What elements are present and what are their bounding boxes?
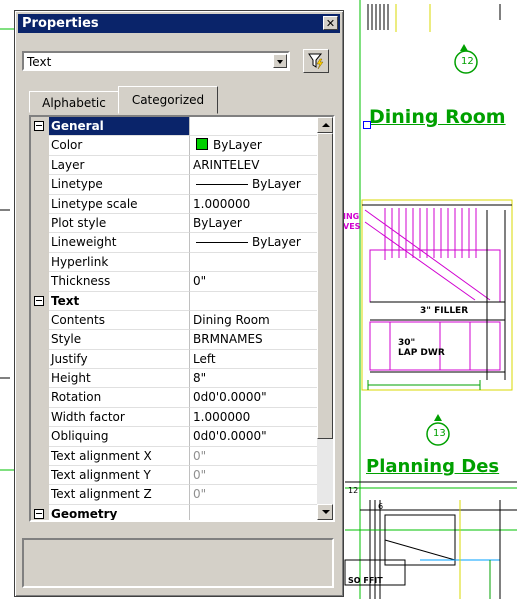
drawer-note-2: LAP DWR xyxy=(398,348,445,358)
category-general[interactable]: General xyxy=(31,117,318,137)
lineweight-sample-icon xyxy=(196,242,248,244)
object-type-value: Text xyxy=(27,55,52,69)
dimension-6: 6 xyxy=(378,502,384,511)
property-value[interactable]: 0d0'0.0000" xyxy=(190,427,318,447)
property-row-obliquing[interactable]: Obliquing 0d0'0.0000" xyxy=(31,427,318,447)
property-value: 0" xyxy=(190,447,318,467)
property-row-width-factor[interactable]: Width factor 1.000000 xyxy=(31,407,318,428)
property-value[interactable]: 8" xyxy=(190,369,318,389)
bubble-13-number: 13 xyxy=(433,428,446,439)
funnel-lightning-icon xyxy=(308,53,324,70)
property-name: Text alignment X xyxy=(49,446,190,467)
collapse-icon[interactable] xyxy=(34,508,44,519)
scroll-down-arrow-icon[interactable] xyxy=(317,504,333,520)
property-grid[interactable]: General Color ByLayer Layer ARINTELEV Li… xyxy=(29,115,335,522)
property-value: 0" xyxy=(190,485,318,505)
property-value[interactable]: 0" xyxy=(190,272,318,292)
category-label: Text xyxy=(49,291,190,311)
property-value: 0" xyxy=(190,466,318,486)
property-name: Linetype scale xyxy=(49,194,190,214)
property-name: Text alignment Z xyxy=(49,485,190,505)
property-value[interactable]: ARINTELEV xyxy=(190,156,318,176)
dining-room-label[interactable]: Dining Room xyxy=(369,106,506,128)
property-row-layer[interactable]: Layer ARINTELEV xyxy=(31,155,318,176)
color-swatch-icon xyxy=(196,138,208,151)
property-value[interactable]: ByLayer xyxy=(190,136,318,156)
property-row-lineweight[interactable]: Lineweight ByLayer xyxy=(31,233,318,253)
chevron-down-icon[interactable] xyxy=(273,54,287,68)
property-name: Width factor xyxy=(49,407,190,428)
palette-title-bar[interactable]: Properties ✕ xyxy=(18,14,340,33)
tab-categorized[interactable]: Categorized xyxy=(118,86,218,114)
property-row-justify[interactable]: Justify Left xyxy=(31,349,318,370)
drawer-note-1: 30" xyxy=(398,338,416,348)
scroll-up-arrow-icon[interactable] xyxy=(317,117,333,133)
property-row-color[interactable]: Color ByLayer xyxy=(31,136,318,156)
property-value[interactable]: Dining Room xyxy=(190,311,318,331)
property-name: Plot style xyxy=(49,213,190,234)
property-name: Color xyxy=(49,136,190,156)
property-value[interactable] xyxy=(190,253,318,273)
property-row-rotation[interactable]: Rotation 0d0'0.0000" xyxy=(31,388,318,408)
category-text[interactable]: Text xyxy=(31,291,318,311)
property-row-linetype[interactable]: Linetype ByLayer xyxy=(31,175,318,195)
quick-select-button[interactable] xyxy=(303,49,329,73)
soffit-note: SO FFIT xyxy=(348,576,383,585)
property-name: Layer xyxy=(49,155,190,176)
property-row-linetype-scale[interactable]: Linetype scale 1.000000 xyxy=(31,194,318,214)
tab-alphabetic[interactable]: Alphabetic xyxy=(29,91,119,113)
property-name: Obliquing xyxy=(49,427,190,447)
top-hatch-lines xyxy=(367,4,389,30)
property-name: Lineweight xyxy=(49,233,190,253)
scrollbar-thumb[interactable] xyxy=(317,133,333,439)
property-row-text-alignment-z[interactable]: Text alignment Z 0" xyxy=(31,485,318,505)
property-value[interactable]: ByLayer xyxy=(190,233,318,253)
planning-desk-label[interactable]: Planning Des xyxy=(366,456,499,477)
palette-title: Properties xyxy=(22,16,99,31)
property-name: Height xyxy=(49,369,190,389)
object-type-dropdown[interactable]: Text xyxy=(22,51,290,71)
property-name: Text alignment Y xyxy=(49,466,190,486)
property-value[interactable]: ByLayer xyxy=(190,214,318,234)
left-note-2: VES xyxy=(343,222,361,231)
property-name: Justify xyxy=(49,349,190,370)
collapse-icon[interactable] xyxy=(34,121,44,131)
property-value[interactable]: 1.000000 xyxy=(190,408,318,428)
property-value[interactable]: ByLayer xyxy=(190,175,318,195)
property-name: Linetype xyxy=(49,175,190,195)
left-note-1: ING xyxy=(343,212,360,221)
property-row-text-alignment-x[interactable]: Text alignment X 0" xyxy=(31,446,318,467)
property-name: Rotation xyxy=(49,388,190,408)
property-row-style[interactable]: Style BRMNAMES xyxy=(31,330,318,350)
properties-palette[interactable]: Properties ✕ Text Alphabetic Categorized… xyxy=(14,10,344,597)
dimension-12: 12 xyxy=(348,486,359,495)
category-label: Geometry xyxy=(49,504,190,520)
property-name: Style xyxy=(49,330,190,350)
property-row-contents[interactable]: Contents Dining Room xyxy=(31,310,318,331)
close-icon: ✕ xyxy=(325,17,336,30)
property-name: Hyperlink xyxy=(49,252,190,273)
property-name: Thickness xyxy=(49,272,190,292)
property-value[interactable]: 1.000000 xyxy=(190,195,318,214)
close-button[interactable]: ✕ xyxy=(323,16,338,30)
property-value[interactable]: Left xyxy=(190,350,318,370)
collapse-icon[interactable] xyxy=(34,295,44,306)
property-value[interactable]: 0d0'0.0000" xyxy=(190,388,318,408)
property-row-thickness[interactable]: Thickness 0" xyxy=(31,272,318,292)
property-row-hyperlink[interactable]: Hyperlink xyxy=(31,252,318,273)
linetype-sample-icon xyxy=(196,184,248,186)
property-row-height[interactable]: Height 8" xyxy=(31,369,318,389)
category-geometry[interactable]: Geometry xyxy=(31,504,318,520)
property-name: Contents xyxy=(49,310,190,331)
vertical-scrollbar[interactable] xyxy=(317,117,333,520)
description-pane xyxy=(22,538,334,588)
property-value[interactable]: BRMNAMES xyxy=(190,330,318,350)
filler-note: 3" FILLER xyxy=(420,306,469,316)
bubble-12-number: 12 xyxy=(461,56,474,67)
text-insertion-grip[interactable] xyxy=(363,121,371,129)
property-row-plot-style[interactable]: Plot style ByLayer xyxy=(31,213,318,234)
property-row-text-alignment-y[interactable]: Text alignment Y 0" xyxy=(31,466,318,486)
category-label: General xyxy=(49,117,190,137)
elevation-drawing-12 xyxy=(361,199,513,391)
